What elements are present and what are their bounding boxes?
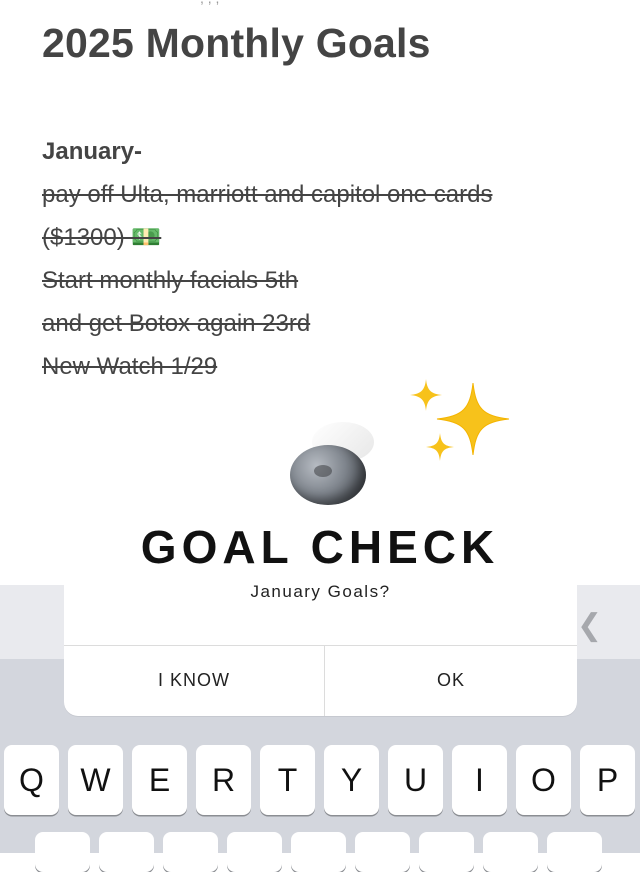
month-heading: January- bbox=[42, 138, 143, 165]
key-a[interactable] bbox=[35, 832, 90, 872]
key-q[interactable]: Q bbox=[4, 745, 59, 815]
ok-button[interactable]: OK bbox=[325, 645, 577, 716]
key-j[interactable] bbox=[419, 832, 474, 872]
goal-line: pay off Ulta, marriott and capitol one c… bbox=[42, 181, 493, 208]
keyboard-row-2 bbox=[35, 832, 605, 872]
note-body[interactable]: January- pay off Ulta, marriott and capi… bbox=[42, 130, 602, 388]
key-d[interactable] bbox=[163, 832, 218, 872]
key-w[interactable]: W bbox=[68, 745, 123, 815]
alert-dialog: January Goals? I KNOW OK bbox=[64, 582, 577, 716]
note-title: 2025 Monthly Goals bbox=[42, 20, 431, 66]
key-i[interactable]: I bbox=[452, 745, 507, 815]
goal-check-headline: GOAL CHECK bbox=[140, 521, 500, 573]
key-y[interactable]: Y bbox=[324, 745, 379, 815]
sparkles-icon bbox=[410, 379, 510, 461]
keyboard-row-1: Q W E R T Y U I O P bbox=[4, 745, 636, 815]
key-g[interactable] bbox=[291, 832, 346, 872]
key-t[interactable]: T bbox=[260, 745, 315, 815]
key-h[interactable] bbox=[355, 832, 410, 872]
i-know-button[interactable]: I KNOW bbox=[64, 645, 324, 716]
scrolled-text-fragment: , , , bbox=[200, 0, 219, 6]
key-u[interactable]: U bbox=[388, 745, 443, 815]
alert-message: January Goals? bbox=[250, 582, 391, 601]
key-l[interactable] bbox=[547, 832, 602, 872]
key-r[interactable]: R bbox=[196, 745, 251, 815]
key-k[interactable] bbox=[483, 832, 538, 872]
chevron-left-icon[interactable]: ❮ bbox=[577, 608, 602, 643]
key-o[interactable]: O bbox=[516, 745, 571, 815]
goal-line: Start monthly facials 5th bbox=[42, 267, 299, 294]
key-p[interactable]: P bbox=[580, 745, 635, 815]
goal-line: New Watch 1/29 bbox=[42, 353, 218, 380]
goal-line: ($1300) 💵 bbox=[42, 224, 162, 251]
key-f[interactable] bbox=[227, 832, 282, 872]
full-moon-icon bbox=[290, 445, 366, 505]
goal-line: and get Botox again 23rd bbox=[42, 310, 311, 337]
key-e[interactable]: E bbox=[132, 745, 187, 815]
key-s[interactable] bbox=[99, 832, 154, 872]
